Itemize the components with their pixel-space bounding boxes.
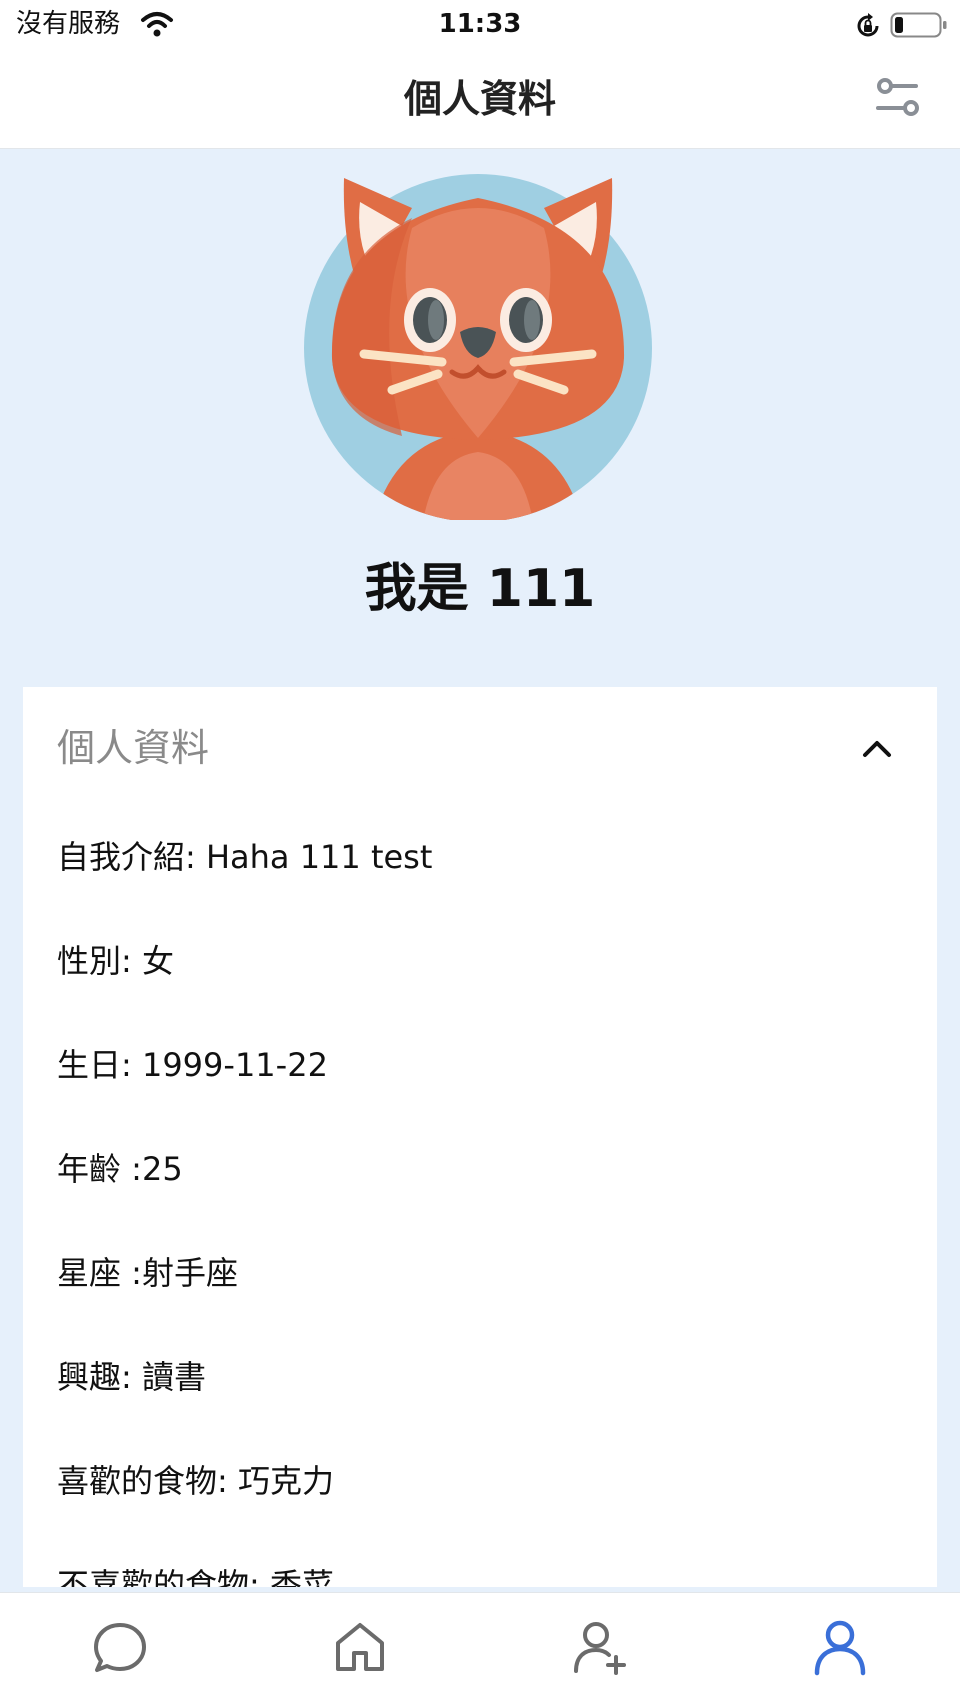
profile-info-card: 個人資料 自我介紹: Haha 111 test 性別: 女 生日: 1999-… [23,687,937,1587]
chevron-up-icon[interactable] [859,731,895,767]
info-row-zodiac: 星座 :射手座 [57,1254,238,1292]
info-row-liked-food: 喜歡的食物: 巧克力 [57,1462,334,1500]
profile-name: 我是 111 [364,559,596,619]
section-title: 個人資料 [57,726,210,770]
chat-bubble-icon [94,1623,146,1672]
info-row-intro: 自我介紹: Haha 111 test [57,838,433,876]
status-bar: 沒有服務 11:33 [0,0,960,52]
sliders-icon[interactable] [872,72,924,124]
tab-profile[interactable] [800,1607,880,1687]
tab-add-friend[interactable] [560,1607,640,1687]
user-icon [814,1620,866,1676]
profile-screen: 沒有服務 11:33 個人資料 我是 111 個人資料 自我介紹: Haha 1… [0,0,960,1706]
tab-home[interactable] [320,1607,400,1687]
user-plus-icon [574,1622,626,1675]
section-header[interactable]: 個人資料 [23,687,937,807]
info-row-gender: 性別: 女 [57,942,174,980]
info-row-birthday: 生日: 1999-11-22 [57,1046,328,1084]
info-row-age: 年齡 :25 [57,1150,183,1188]
battery-icon [890,12,947,38]
page-title: 個人資料 [403,77,556,121]
cat-avatar [304,174,652,520]
tab-bar [0,1592,960,1706]
info-row-hobby: 興趣: 讀書 [57,1358,206,1396]
status-time: 11:33 [438,9,522,39]
nav-bar: 個人資料 [0,52,960,149]
info-row-disliked-food: 不喜歡的食物: 香菜 [57,1566,334,1587]
home-icon [336,1623,384,1671]
rotation-lock-icon [857,13,879,37]
tab-chat[interactable] [80,1607,160,1687]
